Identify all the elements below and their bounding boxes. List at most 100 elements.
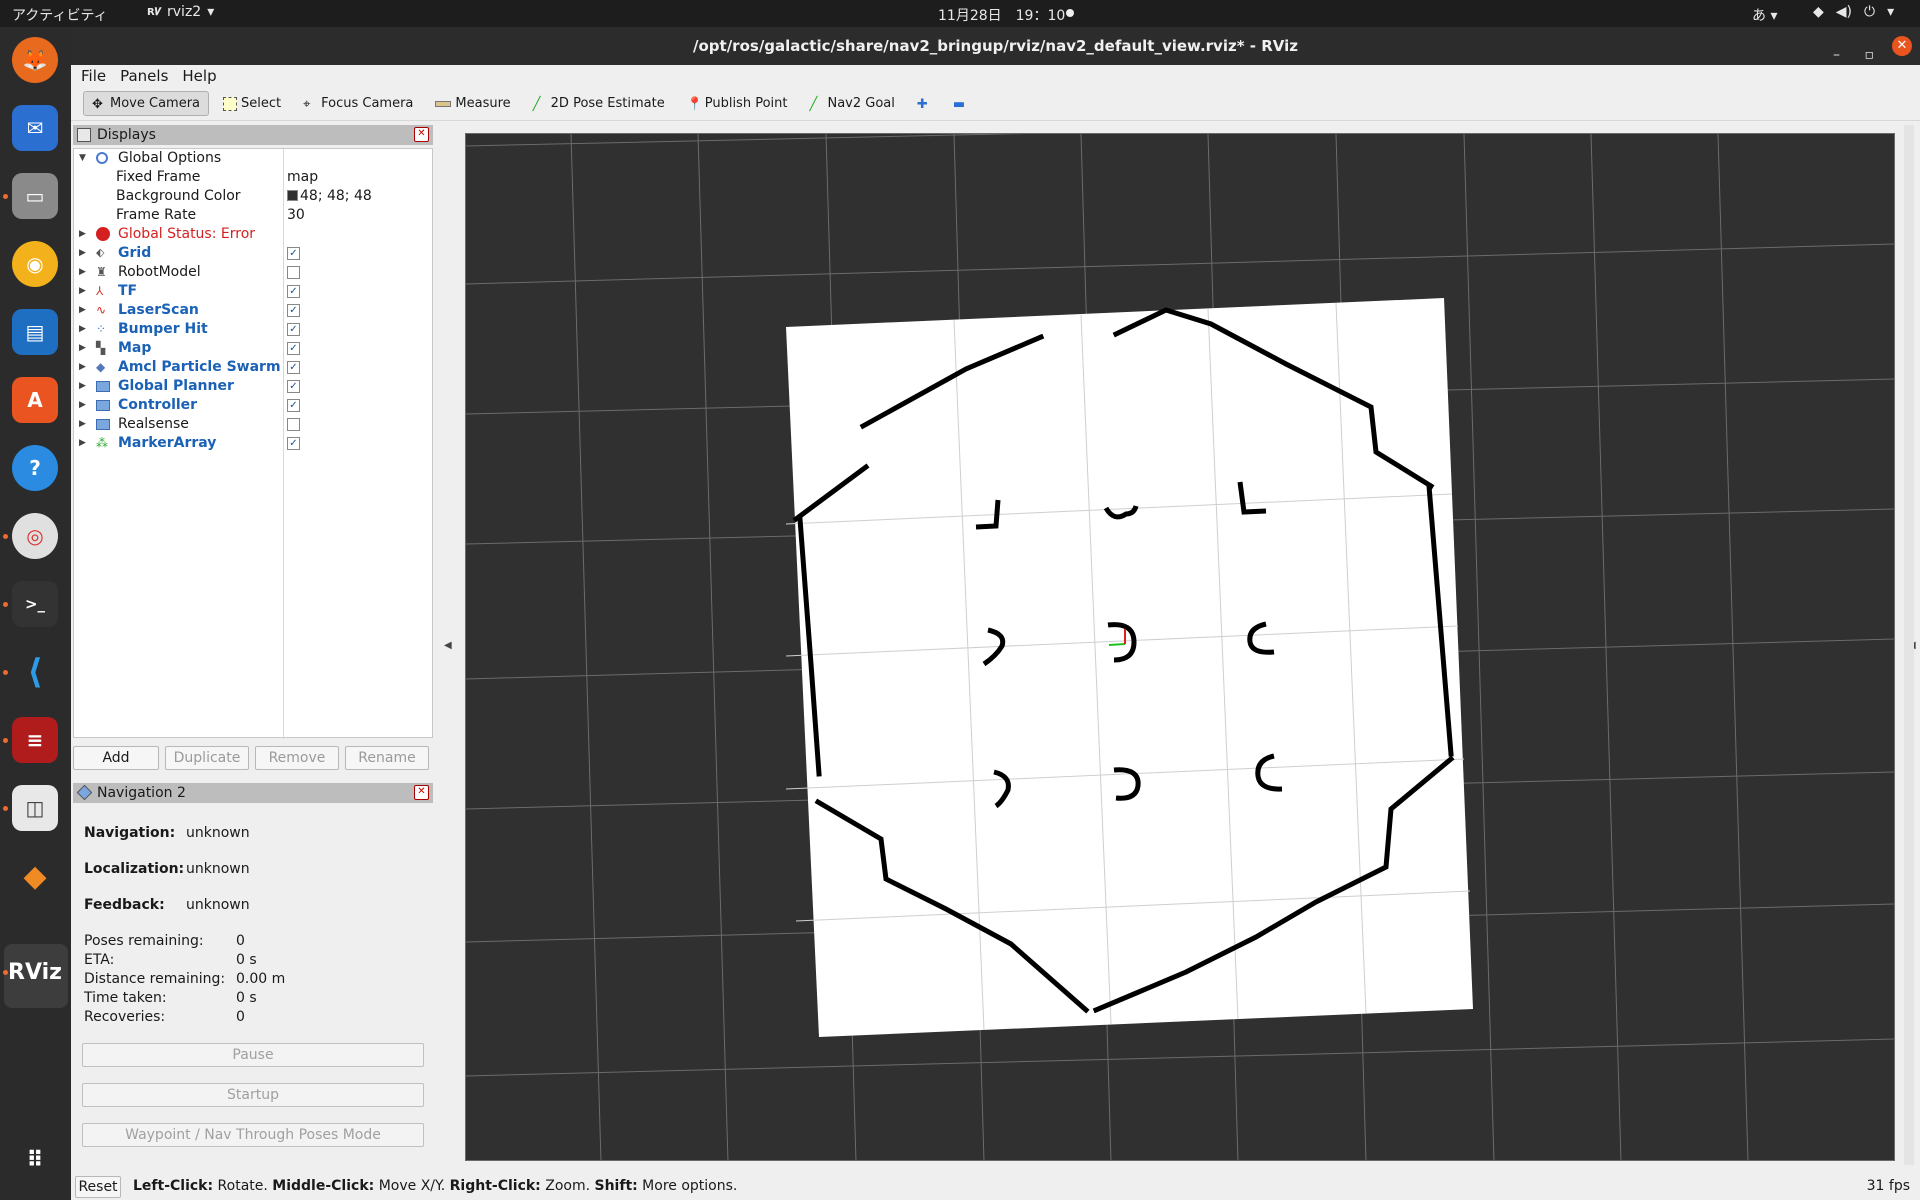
document-viewer-icon[interactable]: ◫ [12, 785, 58, 831]
expand-arrow-icon[interactable]: ▶ [79, 400, 86, 410]
focus-camera-tool[interactable]: ⌖ Focus Camera [295, 92, 421, 115]
nav2-goal-tool[interactable]: ╱ Nav2 Goal [801, 92, 902, 115]
system-tray[interactable]: ◆ ◀) ⏻ ▾ [1813, 4, 1894, 20]
input-method-indicator[interactable]: あ ▾ [1752, 5, 1777, 25]
menu-help[interactable]: Help [182, 67, 216, 85]
expand-arrow-icon[interactable]: ▶ [79, 286, 86, 296]
tree-label: Global Options [118, 150, 222, 166]
display-checkbox[interactable]: ✓ [287, 399, 300, 412]
tree-row-controller[interactable]: ▶ Controller ✓ [74, 396, 432, 415]
expand-arrow-icon[interactable]: ▶ [79, 438, 86, 448]
menu-file[interactable]: File [81, 67, 106, 85]
tree-row-robotmodel[interactable]: ▶ ♜ RobotModel [74, 263, 432, 282]
tree-row-markerarray[interactable]: ▶ ⁂ MarkerArray ✓ [74, 434, 432, 453]
tree-row-grid[interactable]: ▶ ⬖ Grid ✓ [74, 244, 432, 263]
reset-button[interactable]: Reset [75, 1176, 121, 1198]
tree-row-amcl-particle-swarm[interactable]: ▶ ◆ Amcl Particle Swarm ✓ [74, 358, 432, 377]
remove-tool-button[interactable]: ▬ [945, 93, 975, 115]
expand-arrow-icon[interactable]: ▶ [79, 343, 86, 353]
tree-row-realsense[interactable]: ▶ Realsense [74, 415, 432, 434]
writer-icon[interactable]: ▤ [12, 309, 58, 355]
fixed-frame-value[interactable]: map [287, 169, 318, 185]
display-checkbox[interactable] [287, 266, 300, 279]
panel-close-icon[interactable]: ✕ [414, 127, 429, 142]
tree-row-global-status[interactable]: ▶ Global Status: Error [74, 225, 432, 244]
display-checkbox[interactable] [287, 418, 300, 431]
display-checkbox[interactable]: ✓ [287, 285, 300, 298]
tree-row-background-color[interactable]: Background Color 48; 48; 48 [74, 187, 432, 206]
vscode-icon[interactable]: ⟨ [12, 649, 58, 695]
remove-button[interactable]: Remove [255, 746, 339, 770]
collapse-arrow-icon[interactable]: ▼ [79, 153, 86, 163]
select-label: Select [241, 96, 282, 111]
select-tool[interactable]: Select [215, 92, 289, 115]
rename-button[interactable]: Rename [345, 746, 429, 770]
publish-point-tool[interactable]: 📍 Publish Point [679, 92, 796, 115]
tree-row-fixed-frame[interactable]: Fixed Frame map [74, 168, 432, 187]
files-icon[interactable]: ▭ [12, 173, 58, 219]
terminal-icon[interactable]: >_ [12, 581, 58, 627]
shift-text: More options. [637, 1178, 738, 1194]
expand-arrow-icon[interactable]: ▶ [79, 267, 86, 277]
display-checkbox[interactable]: ✓ [287, 304, 300, 317]
app-menu[interactable]: R𝑽 rviz2 ▾ [147, 4, 214, 20]
rviz-icon[interactable]: RViz [8, 949, 62, 995]
clock[interactable]: 11月28日 19：10 [938, 5, 1065, 25]
right-click-text: Zoom. [540, 1178, 595, 1194]
startup-button[interactable]: Startup [82, 1083, 424, 1107]
tree-row-bumper-hit[interactable]: ▶ ⁘ Bumper Hit ✓ [74, 320, 432, 339]
collapse-left-icon[interactable]: ◀ [444, 640, 452, 651]
panel-close-icon[interactable]: ✕ [414, 785, 429, 800]
sublime-icon[interactable]: ◆ [12, 853, 58, 899]
expand-arrow-icon[interactable]: ▶ [79, 324, 86, 334]
tree-row-global-options[interactable]: ▼ Global Options [74, 149, 432, 168]
firefox-icon[interactable]: 🦊 [12, 37, 58, 83]
3d-render-viewport[interactable] [465, 133, 1895, 1161]
tree-row-frame-rate[interactable]: Frame Rate 30 [74, 206, 432, 225]
expand-arrow-icon[interactable]: ▶ [79, 362, 86, 372]
chrome-icon[interactable]: ◎ [12, 513, 58, 559]
display-checkbox[interactable]: ✓ [287, 361, 300, 374]
add-tool-button[interactable]: ✚ [909, 93, 939, 115]
duplicate-button[interactable]: Duplicate [165, 746, 249, 770]
background-color-value[interactable]: 48; 48; 48 [300, 188, 372, 204]
pose-estimate-tool[interactable]: ╱ 2D Pose Estimate [525, 92, 673, 115]
show-apps-grid-icon[interactable]: ⠿ [12, 1137, 58, 1183]
move-camera-tool[interactable]: ✥ Move Camera [83, 91, 210, 116]
tree-label: TF [118, 283, 138, 299]
pause-button[interactable]: Pause [82, 1043, 424, 1067]
display-checkbox[interactable]: ✓ [287, 437, 300, 450]
display-checkbox[interactable]: ✓ [287, 380, 300, 393]
close-icon[interactable]: ✕ [1892, 36, 1912, 56]
tree-label: Controller [118, 397, 198, 413]
software-center-icon[interactable]: A [12, 377, 58, 423]
activities-button[interactable]: アクティビティ [12, 5, 108, 25]
expand-arrow-icon[interactable]: ▶ [79, 419, 86, 429]
minimize-icon[interactable]: – [1833, 36, 1840, 74]
thunderbird-icon[interactable]: ✉ [12, 105, 58, 151]
expand-arrow-icon[interactable]: ▶ [79, 229, 86, 239]
right-panel-splitter[interactable] [1904, 125, 1914, 1165]
expand-arrow-icon[interactable]: ▶ [79, 381, 86, 391]
expand-arrow-icon[interactable]: ▶ [79, 305, 86, 315]
menu-panels[interactable]: Panels [120, 67, 168, 85]
rhythmbox-icon[interactable]: ◉ [12, 241, 58, 287]
waypoint-mode-button[interactable]: Waypoint / Nav Through Poses Mode [82, 1123, 424, 1147]
help-icon[interactable]: ? [12, 445, 58, 491]
plus-icon: ✚ [916, 96, 928, 112]
middle-click-text: Move X/Y. [374, 1178, 450, 1194]
tree-row-map[interactable]: ▶ ▚ Map ✓ [74, 339, 432, 358]
tree-row-global-planner[interactable]: ▶ Global Planner ✓ [74, 377, 432, 396]
expand-arrow-icon[interactable]: ▶ [79, 248, 86, 258]
maximize-icon[interactable]: ▫ [1865, 36, 1875, 74]
display-checkbox[interactable]: ✓ [287, 342, 300, 355]
tree-label: Global Planner [118, 378, 234, 394]
display-checkbox[interactable]: ✓ [287, 247, 300, 260]
measure-tool[interactable]: Measure [427, 92, 518, 115]
display-checkbox[interactable]: ✓ [287, 323, 300, 336]
system-monitor-icon[interactable]: ≡ [12, 717, 58, 763]
add-button[interactable]: Add [73, 746, 159, 770]
tree-row-laserscan[interactable]: ▶ ∿ LaserScan ✓ [74, 301, 432, 320]
tree-row-tf[interactable]: ▶ ⅄ TF ✓ [74, 282, 432, 301]
frame-rate-value[interactable]: 30 [287, 207, 305, 223]
